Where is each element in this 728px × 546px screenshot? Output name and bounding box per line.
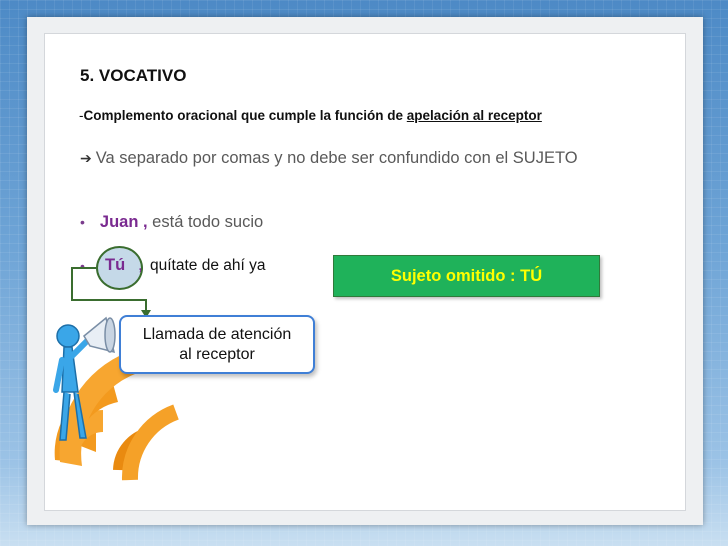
attention-callout-line2: al receptor (179, 345, 255, 363)
illustration (53, 267, 180, 481)
attention-callout: Llamada de atención al receptor (119, 315, 315, 374)
connector-line (71, 267, 147, 312)
attention-callout-line1: Llamada de atención (142, 325, 292, 343)
